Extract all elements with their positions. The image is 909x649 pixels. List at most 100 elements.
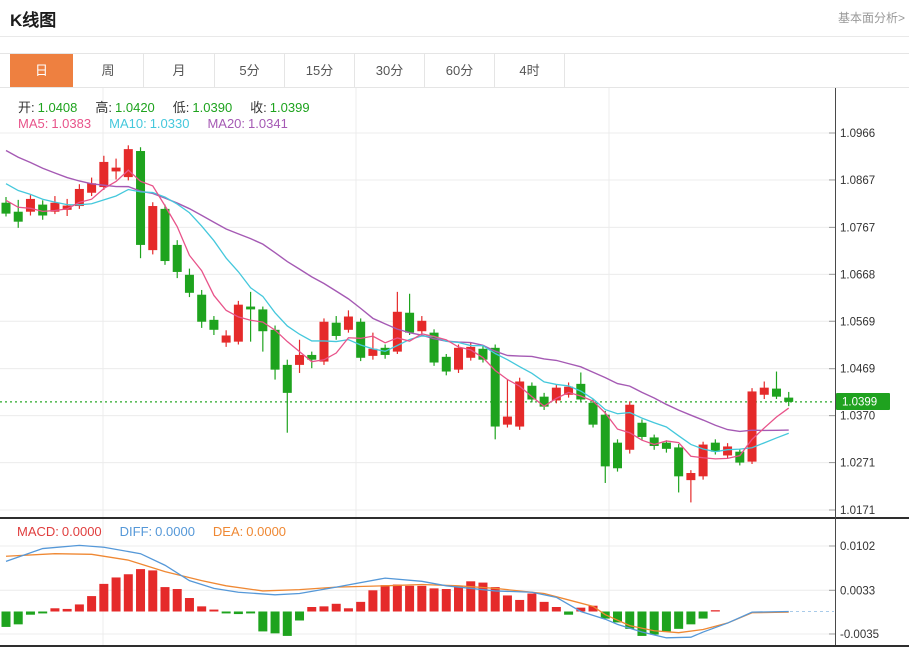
legend-label: MA10: <box>109 116 147 131</box>
macd-bar <box>172 589 182 612</box>
macd-bar <box>74 604 84 612</box>
macd-bar <box>417 585 427 612</box>
candle-body <box>637 422 647 437</box>
macd-axis-label: 0.0102 <box>840 541 875 553</box>
macd-bar <box>99 583 109 612</box>
candle-body <box>490 347 500 427</box>
macd-bar <box>356 601 366 612</box>
candle-body <box>539 396 549 407</box>
macd-bar <box>307 607 317 612</box>
candle-body <box>331 322 341 336</box>
candle-body <box>441 356 451 372</box>
macd-bar <box>62 608 72 612</box>
macd-bar <box>368 590 378 612</box>
candle-body <box>160 208 170 262</box>
macd-bar <box>441 589 451 612</box>
macd-bar <box>123 574 133 612</box>
macd-bar <box>282 611 292 636</box>
candle-body <box>13 211 23 222</box>
macd-bar <box>429 588 439 612</box>
candle-body <box>674 447 684 477</box>
macd-bar <box>331 603 341 612</box>
candle-body <box>502 416 512 425</box>
candle-body <box>771 388 781 397</box>
macd-bar <box>270 611 280 634</box>
legend-label: MA20: <box>207 116 246 131</box>
candle-body <box>759 387 769 395</box>
candle-body <box>99 161 109 188</box>
candle-body <box>209 319 219 330</box>
macd-bar <box>454 585 464 612</box>
macd-bar <box>710 610 720 612</box>
legend-value: 0.0000 <box>246 524 287 539</box>
macd-bar <box>148 570 158 612</box>
legend-label: DEA: <box>212 524 244 539</box>
macd-bar <box>698 611 708 619</box>
legend-label: 开: <box>18 100 35 115</box>
y-axis-label: 1.0867 <box>840 175 875 187</box>
candle-body <box>747 391 757 462</box>
y-axis-label: 1.0469 <box>840 364 875 376</box>
macd-bar <box>209 609 219 612</box>
macd-bar <box>551 607 561 612</box>
candle-body <box>258 309 268 332</box>
candle-body <box>136 151 146 245</box>
candle-body <box>417 320 427 332</box>
y-axis-label: 1.0171 <box>840 505 875 517</box>
legend-value: 1.0408 <box>37 100 78 115</box>
candle-body <box>282 364 292 393</box>
y-axis-label: 1.0569 <box>840 316 875 328</box>
candle-body <box>613 442 622 469</box>
candle-body <box>454 347 464 370</box>
macd-bar <box>527 593 537 612</box>
legend-value: 1.0341 <box>248 116 288 131</box>
macd-legend: MACD: 0.0000 DIFF: 0.0000 DEA: 0.0000 <box>17 524 304 539</box>
price-badge-label: 1.0399 <box>842 397 877 409</box>
macd-bar <box>539 601 549 612</box>
macd-bar <box>50 608 60 612</box>
legend-label: MA5: <box>18 116 49 131</box>
macd-bar <box>197 606 207 612</box>
candle-body <box>233 304 243 342</box>
macd-bar <box>661 611 671 632</box>
legend-label: 低: <box>172 100 190 115</box>
legend-label: MACD: <box>17 524 59 539</box>
macd-bar <box>392 584 402 612</box>
candle-body <box>221 335 231 343</box>
legend-label: 收: <box>250 100 267 115</box>
candle-body <box>356 321 366 358</box>
candle-body <box>148 206 158 251</box>
y-axis-label: 1.0767 <box>840 222 875 234</box>
candle-body <box>172 244 182 272</box>
macd-bar <box>184 598 194 612</box>
macd-bar <box>233 611 243 615</box>
legend-label: DIFF: <box>119 524 153 539</box>
macd-bar <box>246 611 256 614</box>
macd-bar <box>38 611 48 614</box>
y-axis-label: 1.0966 <box>840 128 875 140</box>
candle-body <box>25 198 35 212</box>
legend-value: 1.0383 <box>51 116 92 131</box>
candle-body <box>735 451 745 463</box>
candle-body <box>625 404 635 450</box>
y-axis-label: 1.0668 <box>840 269 875 281</box>
bottom-border <box>0 645 909 647</box>
candle-body <box>600 414 610 467</box>
candle-body <box>588 402 598 425</box>
y-axis-label: 1.0370 <box>840 411 875 423</box>
candle-body <box>661 442 671 449</box>
legend-label: 高: <box>95 100 113 115</box>
macd-bar <box>502 595 512 612</box>
macd-bar <box>25 611 35 615</box>
macd-bar <box>686 611 696 625</box>
macd-bar <box>380 585 390 612</box>
macd-bar <box>160 587 170 612</box>
legend-value: 0.0000 <box>61 524 102 539</box>
legend-value: 1.0390 <box>192 100 233 115</box>
y-axis-label: 1.0271 <box>840 458 875 470</box>
legend-value: 1.0330 <box>149 116 190 131</box>
macd-bar <box>13 611 23 625</box>
candle-body <box>295 354 305 365</box>
candle-body <box>686 473 696 481</box>
macd-bar <box>674 611 684 629</box>
